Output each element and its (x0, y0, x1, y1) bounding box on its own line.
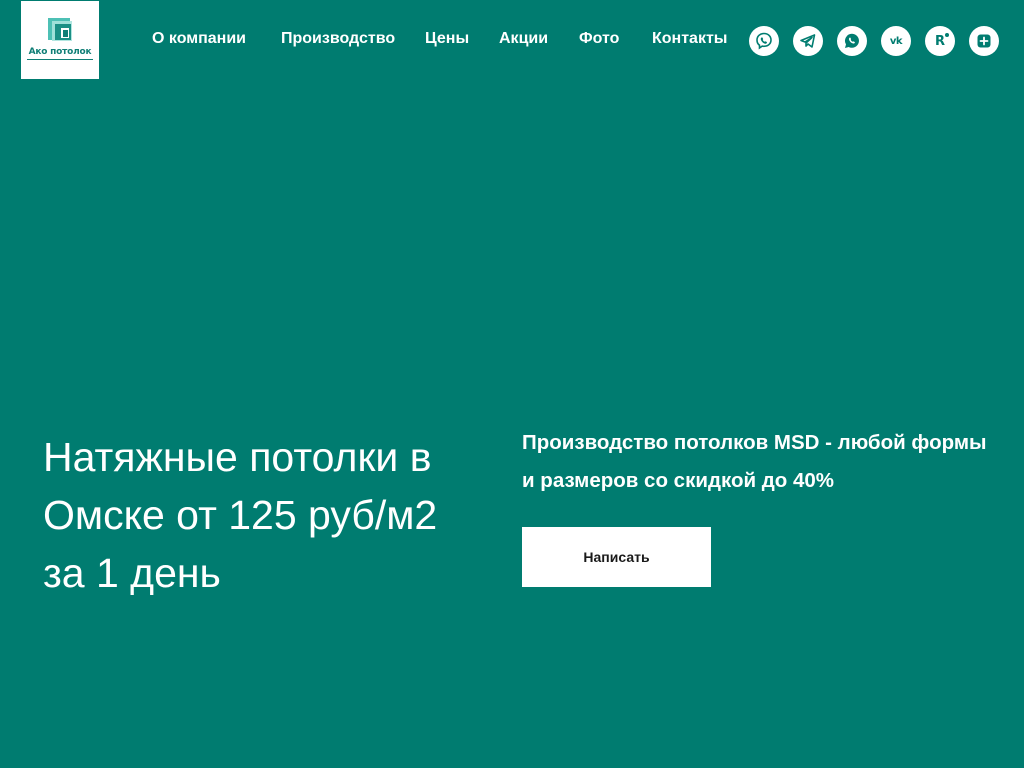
vk-button[interactable]: vk (881, 26, 911, 56)
telegram-icon (800, 34, 816, 48)
write-button[interactable]: Написать (522, 527, 711, 587)
nav-item-photo[interactable]: Фото (579, 30, 619, 48)
rutube-button[interactable]: R (925, 26, 955, 56)
viber-icon (756, 32, 772, 50)
hero-title: Натяжные потолки в Омске от 125 руб/м2 з… (43, 434, 438, 596)
rutube-icon: R (934, 32, 949, 49)
logo-underline (27, 59, 93, 60)
site-header: Ако потолок О компании Производство Цены… (0, 0, 1024, 82)
rutube-dot (945, 32, 949, 37)
plus-button[interactable] (969, 26, 999, 56)
logo[interactable]: Ако потолок (21, 1, 99, 79)
rutube-letter: R (934, 33, 945, 49)
plus-icon (977, 34, 991, 48)
viber-button[interactable] (749, 26, 779, 56)
nav-item-contacts[interactable]: Контакты (652, 30, 727, 48)
logo-squares-icon (48, 18, 72, 41)
telegram-button[interactable] (793, 26, 823, 56)
whatsapp-icon (845, 33, 859, 48)
logo-text: Ако потолок (28, 47, 92, 57)
nav-item-promotions[interactable]: Акции (499, 30, 548, 48)
whatsapp-button[interactable] (837, 26, 867, 56)
nav-item-production[interactable]: Производство (281, 30, 395, 48)
vk-icon: vk (889, 35, 903, 47)
nav-item-prices[interactable]: Цены (425, 30, 469, 48)
hero-subtitle: Производство потолков MSD - любой формы … (522, 431, 987, 492)
nav-item-about[interactable]: О компании (152, 30, 246, 48)
